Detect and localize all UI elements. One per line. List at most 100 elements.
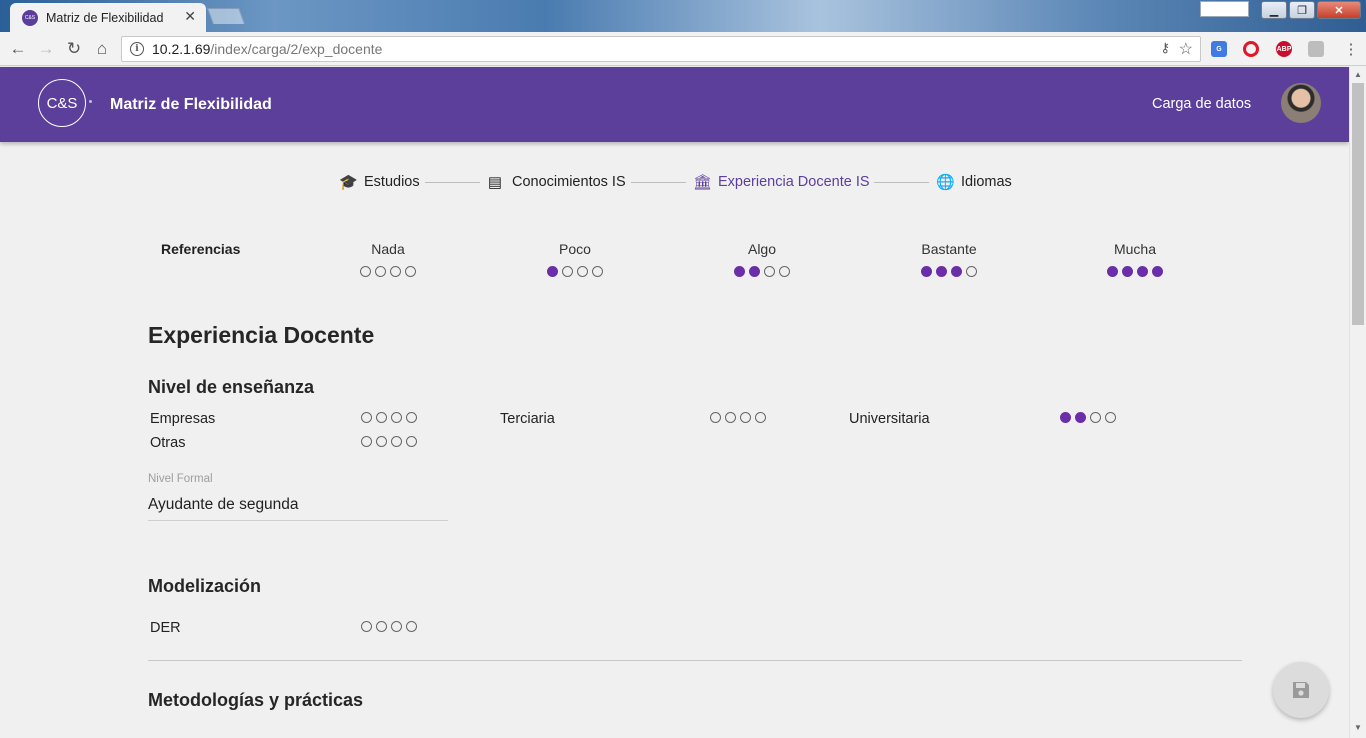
skill-rating-terciaria[interactable]: [710, 412, 766, 423]
reference-poco: Poco: [515, 241, 635, 280]
save-button[interactable]: [1273, 662, 1329, 718]
globe-icon: 🌐: [936, 174, 955, 191]
skill-rating-der[interactable]: [361, 621, 417, 632]
rating-dot-empty[interactable]: [755, 412, 766, 423]
scroll-down-arrow-icon[interactable]: ▼: [1354, 723, 1362, 732]
rating-dot-empty[interactable]: [391, 621, 402, 632]
rating-dot-filled[interactable]: [1075, 412, 1086, 423]
skill-rating-otras[interactable]: [361, 436, 417, 447]
new-tab-button[interactable]: [207, 8, 245, 24]
reference-name: Algo: [747, 241, 777, 257]
info-icon[interactable]: i: [130, 42, 144, 56]
rating-dot-empty[interactable]: [725, 412, 736, 423]
rating-dot-empty[interactable]: [376, 436, 387, 447]
step-label: Conocimientos IS: [512, 174, 626, 190]
step-conocimientos[interactable]: ▤ Conocimientos IS: [487, 173, 626, 191]
nivel-formal-select[interactable]: Ayudante de segunda: [148, 496, 448, 521]
menu-dots-icon[interactable]: ⋮: [1340, 38, 1362, 60]
rating-dot-filled: [951, 266, 962, 277]
reference-name: Mucha: [1113, 241, 1157, 257]
step-label: Experiencia Docente IS: [718, 174, 870, 190]
maximize-button[interactable]: ❐: [1289, 1, 1315, 19]
step-estudios[interactable]: 🎓 Estudios: [339, 173, 420, 191]
step-label: Estudios: [364, 174, 420, 190]
step-label: Idiomas: [961, 174, 1012, 190]
rating-dot-empty[interactable]: [406, 436, 417, 447]
forward-arrow-icon[interactable]: →: [35, 38, 57, 60]
rating-dot-empty[interactable]: [376, 412, 387, 423]
vertical-scrollbar[interactable]: ▲ ▼: [1349, 67, 1366, 738]
rating-dot-empty[interactable]: [710, 412, 721, 423]
rating-dot-filled: [921, 266, 932, 277]
step-idiomas[interactable]: 🌐 Idiomas: [936, 173, 1012, 191]
rating-dot-filled: [749, 266, 760, 277]
key-icon[interactable]: ⚷: [1160, 40, 1170, 56]
profile-button[interactable]: [1200, 1, 1249, 17]
skill-label: DER: [150, 620, 181, 636]
browser-tab[interactable]: C&S Matriz de Flexibilidad ✕: [10, 3, 206, 32]
bookmark-star-icon[interactable]: ☆: [1179, 39, 1193, 59]
opera-extension-icon[interactable]: [1243, 41, 1259, 57]
back-arrow-icon[interactable]: ←: [7, 38, 29, 60]
reference-name: Poco: [559, 241, 591, 257]
rating-dot-empty[interactable]: [391, 412, 402, 423]
rating-dot-empty[interactable]: [361, 436, 372, 447]
adblock-extension-icon[interactable]: ABP: [1276, 41, 1292, 57]
home-icon[interactable]: ⌂: [91, 38, 113, 60]
skill-rating-universitaria[interactable]: [1060, 412, 1116, 423]
address-bar[interactable]: i 10.2.1.69/index/carga/2/exp_docente ⚷ …: [121, 36, 1201, 62]
scrollbar-thumb[interactable]: [1352, 83, 1364, 325]
step-experiencia-docente[interactable]: 🏛 Experiencia Docente IS: [693, 173, 870, 191]
tab-close-icon[interactable]: ✕: [184, 8, 196, 25]
minimize-button[interactable]: ▁: [1261, 1, 1287, 19]
reference-nada: Nada: [328, 241, 448, 280]
carga-datos-link[interactable]: Carga de datos: [1152, 96, 1251, 112]
close-window-button[interactable]: ✕: [1317, 1, 1361, 19]
section-divider: [148, 660, 1242, 661]
skill-label: Empresas: [150, 411, 216, 427]
rating-dot-empty[interactable]: [1090, 412, 1101, 423]
rating-dot-empty: [390, 266, 401, 277]
rating-dot-empty: [779, 266, 790, 277]
extension-icon[interactable]: [1308, 41, 1324, 57]
browser-toolbar: ← → ↻ ⌂ i 10.2.1.69/index/carga/2/exp_do…: [0, 32, 1366, 66]
company-logo[interactable]: C&S: [38, 79, 86, 127]
rating-dot-filled: [1137, 266, 1148, 277]
nivel-heading: Nivel de enseñanza: [148, 377, 315, 397]
rating-dot-empty[interactable]: [406, 621, 417, 632]
rating-dot-filled[interactable]: [1060, 412, 1071, 423]
logo-dot: [89, 100, 92, 103]
rating-dot-empty: [966, 266, 977, 277]
rating-dots: [547, 266, 603, 277]
rating-dot-empty[interactable]: [361, 621, 372, 632]
rating-dot-empty: [375, 266, 386, 277]
rating-dot-empty[interactable]: [740, 412, 751, 423]
translate-extension-icon[interactable]: G: [1211, 41, 1227, 57]
rating-dots: [1107, 266, 1163, 277]
rating-dot-empty: [764, 266, 775, 277]
message-icon: ▤: [487, 174, 503, 191]
app-header: C&S Matriz de Flexibilidad Carga de dato…: [0, 67, 1349, 142]
rating-dot-empty: [360, 266, 371, 277]
page-title: Experiencia Docente: [148, 322, 375, 348]
reload-icon[interactable]: ↻: [63, 38, 85, 60]
rating-dot-empty[interactable]: [361, 412, 372, 423]
rating-dot-empty: [592, 266, 603, 277]
rating-dots: [921, 266, 977, 277]
rating-dot-empty[interactable]: [1105, 412, 1116, 423]
reference-name: Nada: [371, 241, 405, 257]
rating-dot-filled: [936, 266, 947, 277]
skill-rating-empresas[interactable]: [361, 412, 417, 423]
rating-dot-empty[interactable]: [376, 621, 387, 632]
browser-tab-strip: C&S Matriz de Flexibilidad ✕ ▁ ❐ ✕: [0, 0, 1366, 32]
skill-label: Universitaria: [849, 411, 930, 427]
reference-algo: Algo: [702, 241, 822, 280]
scroll-up-arrow-icon[interactable]: ▲: [1354, 70, 1362, 79]
skill-label: Otras: [150, 435, 186, 451]
rating-dot-filled: [1107, 266, 1118, 277]
rating-dot-empty[interactable]: [391, 436, 402, 447]
favicon-icon: C&S: [22, 9, 38, 26]
user-avatar[interactable]: [1281, 83, 1321, 123]
app-title: Matriz de Flexibilidad: [110, 96, 272, 113]
rating-dot-empty[interactable]: [406, 412, 417, 423]
